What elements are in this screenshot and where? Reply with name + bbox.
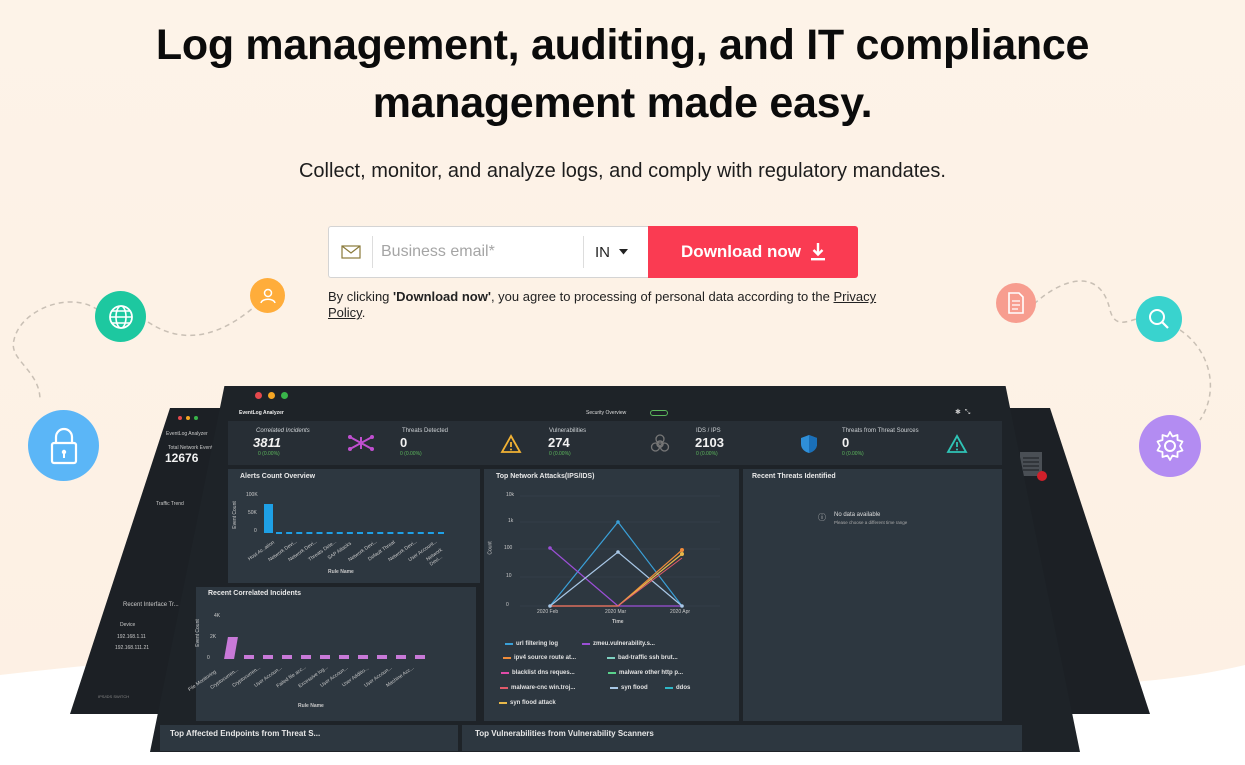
attacks-tick-4: 0 (506, 602, 509, 608)
correlated-incidents-panel (196, 587, 476, 721)
legend-label-4: blacklist dns reques... (512, 670, 575, 676)
legend-item-4[interactable]: blacklist dns reques... (501, 670, 575, 676)
kpi-value-1: 0 (400, 435, 408, 450)
kpi-delta-2: 0 (0.00%) (549, 451, 571, 457)
legend-label-1: zmeu.vulnerability.s... (593, 641, 655, 647)
warning-icon (500, 434, 522, 453)
kpi-delta-3: 0 (0.00%) (696, 451, 718, 457)
kpi-label-4: Threats from Threat Sources (842, 428, 919, 434)
correlation-icon (348, 435, 374, 451)
legend-item-3[interactable]: bad-traffic ssh brut... (607, 655, 678, 661)
alerts-bar-main (264, 504, 273, 533)
correlated-categories: File Monitoring Cryptocurren... Cryptocu… (186, 664, 436, 694)
kpi-label-3: IDS / IPS (696, 428, 721, 434)
legend-label-2: ipv4 source route at... (514, 655, 577, 661)
correlated-xlabel: Rule Name (298, 703, 324, 709)
app-name: EventLog Analyzer (239, 410, 284, 416)
kpi-label-1: Threats Detected (402, 428, 449, 434)
attacks-x-1: 2020 Mar (605, 609, 627, 615)
correlated-ylabel: Event Count (194, 619, 201, 647)
alerts-count-title: Alerts Count Overview (240, 473, 316, 480)
correlated-tick-1: 2K (210, 634, 217, 640)
legend-label-5: malware other http p... (619, 670, 684, 676)
minimize-window-icon[interactable] (268, 392, 275, 399)
top-right-icons: ✱ ⤡ (955, 409, 971, 416)
info-icon: ⓘ (818, 513, 826, 522)
kpi-label-2: Vulnerabilities (549, 428, 587, 434)
vuln-scanners-title: Top Vulnerabilities from Vulnerability S… (475, 729, 654, 738)
correlated-tick-0: 4K (214, 613, 221, 619)
legend-item-6[interactable]: malware-cnc win.troj... (500, 685, 575, 691)
recent-threats-title: Recent Threats Identified (752, 473, 836, 480)
kpi-delta-4: 0 (0.00%) (842, 451, 864, 457)
attacks-line-chart (520, 495, 720, 608)
legend-label-6: malware-cnc win.troj... (511, 685, 576, 691)
alerts-tick-0: 100K (246, 492, 258, 498)
alerts-baseline (276, 532, 444, 534)
alerts-ylabel: Event Count (231, 501, 238, 529)
view-selector[interactable]: Security Overview (586, 410, 626, 416)
legend-label-8: ddos (676, 685, 691, 691)
recent-threats-panel (743, 469, 1002, 721)
alerts-xlabel: Rule Name (328, 569, 354, 575)
network-attacks-title: Top Network Attacks(IPS/IDS) (496, 473, 595, 480)
legend-item-0[interactable]: url filtering log (505, 641, 558, 647)
correlated-tick-2: 0 (207, 655, 210, 661)
no-data-hint: Please choose a different time range (834, 520, 908, 525)
alerts-tick-1: 50K (248, 510, 257, 516)
kpi-value-2: 274 (548, 435, 570, 450)
legend-item-5[interactable]: malware other http p... (608, 670, 683, 676)
close-window-icon[interactable] (255, 392, 262, 399)
attacks-tick-2: 100 (504, 545, 513, 551)
attacks-tick-0: 10k (506, 492, 515, 498)
legend-label-7: syn flood (621, 685, 648, 691)
kpi-label-0: Correlated Incidents (256, 428, 310, 434)
kpi-value-4: 0 (842, 435, 850, 450)
legend-label-3: bad-traffic ssh brut... (618, 655, 678, 661)
attacks-x-2: 2020 Apr (670, 609, 691, 615)
view-toggle[interactable] (650, 410, 668, 416)
alerts-tick-2: 0 (254, 528, 257, 534)
kpi-delta-0: 0 (0.00%) (258, 451, 280, 457)
kpi-value-0: 3811 (253, 435, 281, 450)
biohazard-icon (650, 434, 670, 452)
kpi-delta-1: 0 (0.00%) (400, 451, 422, 457)
no-data-text: No data available (834, 512, 881, 518)
maximize-window-icon[interactable] (281, 392, 288, 399)
legend-item-8[interactable]: ddos (665, 685, 690, 691)
window-controls (255, 392, 288, 399)
alerts-categories: Host Ac..ation Network Devi... Network D… (246, 539, 456, 568)
legend-label-9: syn flood attack (510, 700, 556, 706)
attacks-tick-1: 1k (508, 518, 514, 524)
affected-endpoints-title: Top Affected Endpoints from Threat S... (170, 729, 321, 738)
attacks-tick-3: 10 (506, 573, 512, 579)
legend-item-9[interactable]: syn flood attack (499, 700, 556, 706)
shield-icon (801, 435, 817, 453)
dashboard-content: EventLog Analyzer Security Overview ✱ ⤡ … (0, 0, 1245, 765)
correlated-incidents-title: Recent Correlated Incidents (208, 590, 301, 597)
attacks-xlabel: Time (612, 619, 624, 625)
alert-triangle-icon (946, 434, 968, 453)
legend-label-0: url filtering log (516, 641, 558, 647)
legend-item-2[interactable]: ipv4 source route at... (503, 655, 576, 661)
correlated-bars-rest (244, 655, 430, 659)
legend-item-1[interactable]: zmeu.vulnerability.s... (582, 641, 655, 647)
attacks-ylabel: Count (487, 541, 494, 555)
kpi-value-3: 2103 (695, 435, 724, 450)
legend-item-7[interactable]: syn flood (610, 685, 648, 691)
attacks-x-0: 2020 Feb (537, 609, 559, 615)
